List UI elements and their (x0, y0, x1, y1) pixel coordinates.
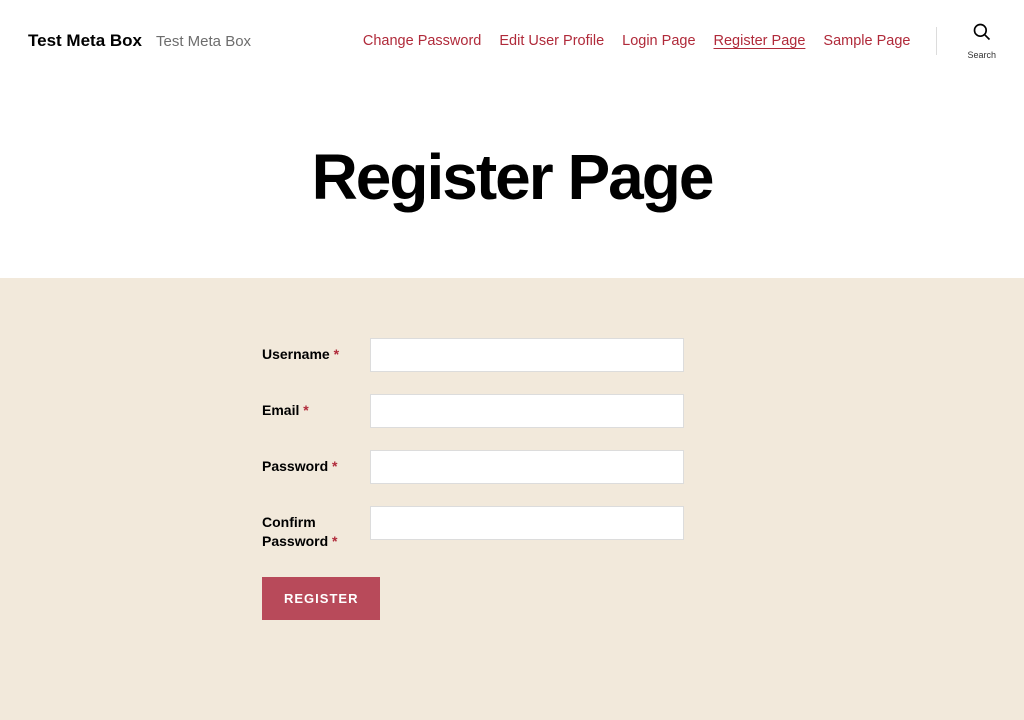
username-input-col (370, 338, 782, 372)
confirm-password-label-col: Confirm Password * (262, 506, 370, 551)
page-title: Register Page (0, 140, 1024, 214)
search-label: Search (967, 50, 996, 60)
page-title-area: Register Page (0, 82, 1024, 278)
search-toggle[interactable]: Search (967, 22, 996, 60)
nav-change-password[interactable]: Change Password (363, 33, 482, 49)
email-input[interactable] (370, 394, 684, 428)
required-mark: * (332, 533, 337, 549)
field-row-email: Email * (262, 394, 782, 428)
password-label-col: Password * (262, 450, 370, 476)
confirm-password-input-col (370, 506, 782, 540)
required-mark: * (303, 402, 308, 418)
form-section: Username * Email * Password * (0, 278, 1024, 720)
password-label: Password (262, 458, 328, 474)
email-input-col (370, 394, 782, 428)
nav-edit-user-profile[interactable]: Edit User Profile (499, 33, 604, 49)
username-input[interactable] (370, 338, 684, 372)
search-icon (972, 22, 992, 47)
site-header: Test Meta Box Test Meta Box Change Passw… (0, 0, 1024, 82)
required-mark: * (334, 346, 339, 362)
nav-login-page[interactable]: Login Page (622, 33, 695, 49)
email-label-col: Email * (262, 394, 370, 420)
field-row-username: Username * (262, 338, 782, 372)
site-tagline: Test Meta Box (156, 33, 251, 50)
username-label: Username (262, 346, 330, 362)
confirm-password-input[interactable] (370, 506, 684, 540)
field-row-password: Password * (262, 450, 782, 484)
nav-divider (936, 27, 937, 55)
password-input[interactable] (370, 450, 684, 484)
required-mark: * (332, 458, 337, 474)
field-row-confirm-password: Confirm Password * (262, 506, 782, 551)
confirm-password-label: Confirm Password (262, 514, 328, 549)
primary-nav: Change Password Edit User Profile Login … (363, 22, 996, 60)
email-label: Email (262, 402, 299, 418)
nav-sample-page[interactable]: Sample Page (823, 33, 910, 49)
site-title[interactable]: Test Meta Box (28, 31, 142, 51)
register-button[interactable]: REGISTER (262, 577, 380, 620)
nav-register-page[interactable]: Register Page (714, 33, 806, 49)
register-form: Username * Email * Password * (242, 338, 782, 620)
password-input-col (370, 450, 782, 484)
username-label-col: Username * (262, 338, 370, 364)
